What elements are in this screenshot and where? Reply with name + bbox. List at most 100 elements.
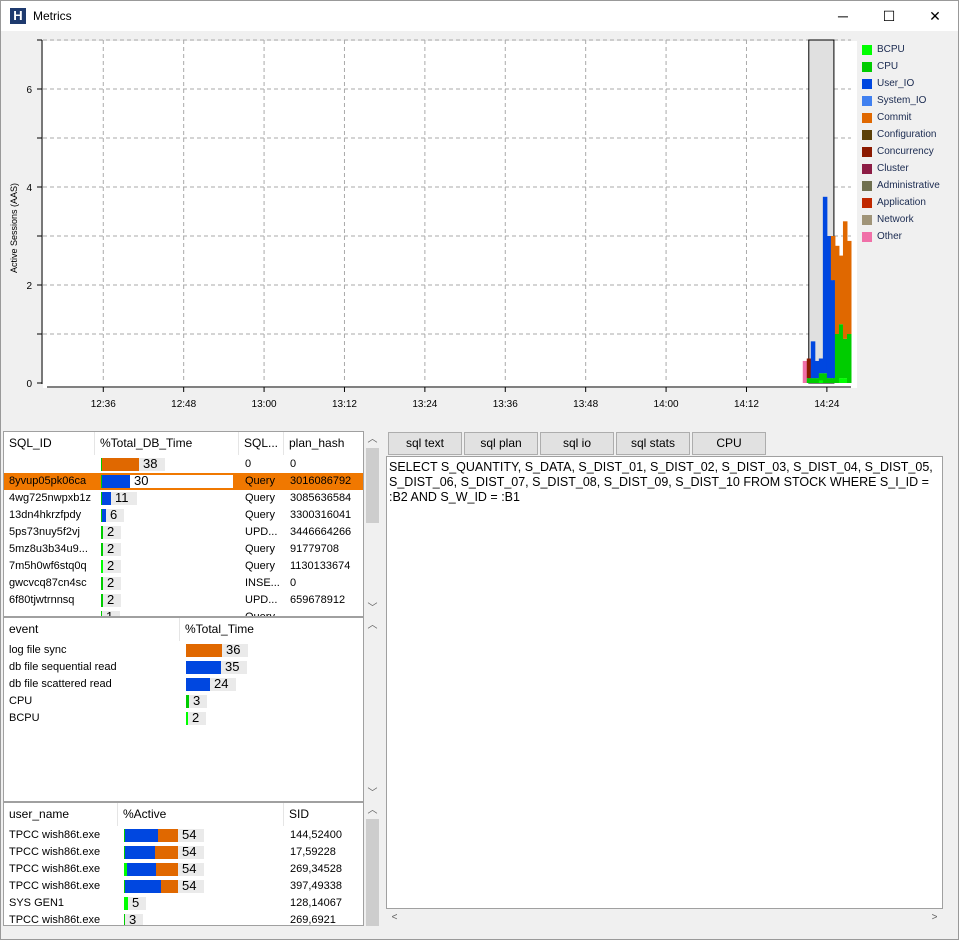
sid: 269,34528 (290, 863, 342, 875)
pct-bar: 2 (101, 592, 121, 607)
bar-segment (158, 829, 178, 842)
y-tick-label: 0 (26, 379, 32, 390)
column-header[interactable]: %Active (118, 803, 284, 826)
tab-sql-io[interactable]: sql io (540, 432, 614, 455)
plan-hash: 3300316041 (290, 509, 352, 521)
table-row[interactable]: 38 0 0 (4, 456, 363, 473)
tab-cpu[interactable]: CPU (692, 432, 766, 455)
legend-swatch (862, 130, 872, 140)
sid: 128,14067 (290, 897, 342, 909)
column-header[interactable]: %Total_DB_Time (95, 432, 239, 455)
table-row[interactable]: TPCC wish86t.exe 3 269,6921 (4, 912, 363, 925)
bar-cpu (822, 373, 828, 383)
sql-id: 5ps73nuy5f2vj (9, 526, 80, 538)
close-button[interactable]: ✕ (912, 1, 958, 31)
table-row[interactable]: TPCC wish86t.exe 54 269,34528 (4, 861, 363, 878)
table-row[interactable]: db file scattered read 24 (4, 676, 363, 693)
bar-segment (156, 863, 178, 876)
sql-id: 6f80tjwtrnnsq (9, 594, 75, 606)
event-name: CPU (9, 695, 33, 707)
legend-swatch (862, 147, 872, 157)
tab-sql-text[interactable]: sql text (388, 432, 462, 455)
table-row[interactable]: 6f80tjwtrnnsq 2 UPD... 659678912 (4, 592, 363, 609)
sql-text-area[interactable]: SELECT S_QUANTITY, S_DATA, S_DIST_01, S_… (386, 456, 943, 909)
table-row[interactable]: SYS GEN1 5 128,14067 (4, 895, 363, 912)
y-tick-label: 6 (26, 85, 32, 96)
legend-swatch (862, 79, 872, 89)
legend-swatch (862, 198, 872, 208)
pct-value: 2 (107, 558, 115, 573)
sql-type: Query (245, 543, 275, 555)
scroll-up-icon[interactable]: ︿ (364, 431, 381, 448)
table-row[interactable]: db file sequential read 35 (4, 659, 363, 676)
column-header[interactable]: plan_hash (284, 432, 363, 455)
table-row[interactable]: 7m5h0wf6stq0q 2 Query 1130133674 (4, 558, 363, 575)
column-header[interactable]: user_name (4, 803, 118, 826)
y-tick-label: 4 (26, 183, 32, 194)
session-grid-scrollbar[interactable]: ︿ (364, 802, 381, 926)
table-row[interactable]: 5ps73nuy5f2vj 2 UPD... 3446664266 (4, 524, 363, 541)
table-row[interactable]: 5mz8u3b34u9... 2 Query 91779708 (4, 541, 363, 558)
column-header[interactable]: SID (284, 803, 363, 826)
legend-label: Other (877, 231, 903, 242)
bar-segment (155, 846, 178, 859)
table-row[interactable]: TPCC wish86t.exe 54 397,49338 (4, 878, 363, 895)
scroll-left-icon[interactable]: < (386, 909, 403, 926)
table-row[interactable]: 4wg725nwpxb1z 11 Query 3085636584 (4, 490, 363, 507)
plan-hash: 3016086792 (290, 475, 352, 487)
event-name: BCPU (9, 712, 40, 724)
table-row[interactable]: TPCC wish86t.exe 54 144,52400 (4, 827, 363, 844)
column-header[interactable]: SQL_ID (4, 432, 95, 455)
sql-type: Query (245, 560, 275, 572)
sql-text-hscrollbar[interactable]: < > (386, 909, 943, 926)
legend-label: Cluster (877, 163, 909, 174)
x-tick-label: 13:36 (493, 399, 518, 410)
maximize-button[interactable]: ☐ (866, 1, 912, 31)
scroll-right-icon[interactable]: > (926, 909, 943, 926)
bar-segment (101, 526, 103, 539)
legend-label: CPU (877, 61, 899, 72)
sql-type: UPD... (245, 594, 278, 606)
event-grid-scrollbar[interactable]: ︿ ﹀ (364, 617, 381, 802)
scroll-thumb[interactable] (366, 448, 379, 523)
table-row[interactable]: log file sync 36 (4, 642, 363, 659)
scroll-thumb[interactable] (366, 819, 379, 926)
bar-segment (101, 543, 103, 556)
scroll-up-icon[interactable]: ︿ (364, 617, 381, 634)
pct-value: 3 (193, 693, 201, 708)
pct-bar: 54 (124, 861, 204, 876)
table-row[interactable]: 1 Query (4, 609, 363, 616)
window-title: Metrics (33, 9, 72, 23)
scroll-up-icon[interactable]: ︿ (364, 802, 381, 819)
table-row[interactable]: 13dn4hkrzfpdy 6 Query 3300316041 (4, 507, 363, 524)
column-header[interactable]: SQL... (239, 432, 284, 455)
tab-sql-stats[interactable]: sql stats (616, 432, 690, 455)
pct-bar: 2 (101, 575, 121, 590)
table-row[interactable]: TPCC wish86t.exe 54 17,59228 (4, 844, 363, 861)
bar-commit (842, 221, 848, 339)
scroll-down-icon[interactable]: ﹀ (364, 600, 381, 617)
column-header[interactable]: %Total_Time (180, 618, 363, 641)
sql-id: 4wg725nwpxb1z (9, 492, 91, 504)
table-row[interactable]: 8yvup05pk06ca 30 Query 3016086792 (4, 473, 363, 490)
minimize-button[interactable]: ─ (820, 1, 866, 31)
table-row[interactable]: gwcvcq87cn4sc 2 INSE... 0 (4, 575, 363, 592)
sql-grid-scrollbar[interactable]: ︿ ﹀ (364, 431, 381, 617)
table-row[interactable]: CPU 3 (4, 693, 363, 710)
pct-bar: 2 (101, 541, 121, 556)
scroll-down-icon[interactable]: ﹀ (364, 785, 381, 802)
bar-segment (102, 475, 130, 488)
session-grid: user_name %Active SID TPCC wish86t.exe 54 144… (3, 802, 364, 926)
x-tick-label: 14:12 (734, 399, 759, 410)
pct-value: 5 (132, 895, 140, 910)
active-sessions-chart[interactable]: 12:36 12:48 13:00 13:12 13:24 13:36 13:48 14:00… (1, 31, 959, 426)
pct-bar: 35 (186, 659, 247, 674)
tab-sql-plan[interactable]: sql plan (464, 432, 538, 455)
bar-commit (846, 240, 852, 334)
column-header[interactable]: event (4, 618, 180, 641)
x-tick-label: 14:00 (654, 399, 679, 410)
bar-cpu (818, 373, 824, 381)
table-row[interactable]: BCPU 2 (4, 710, 363, 727)
bar-cpu (814, 378, 820, 383)
sql-id (4, 609, 95, 616)
